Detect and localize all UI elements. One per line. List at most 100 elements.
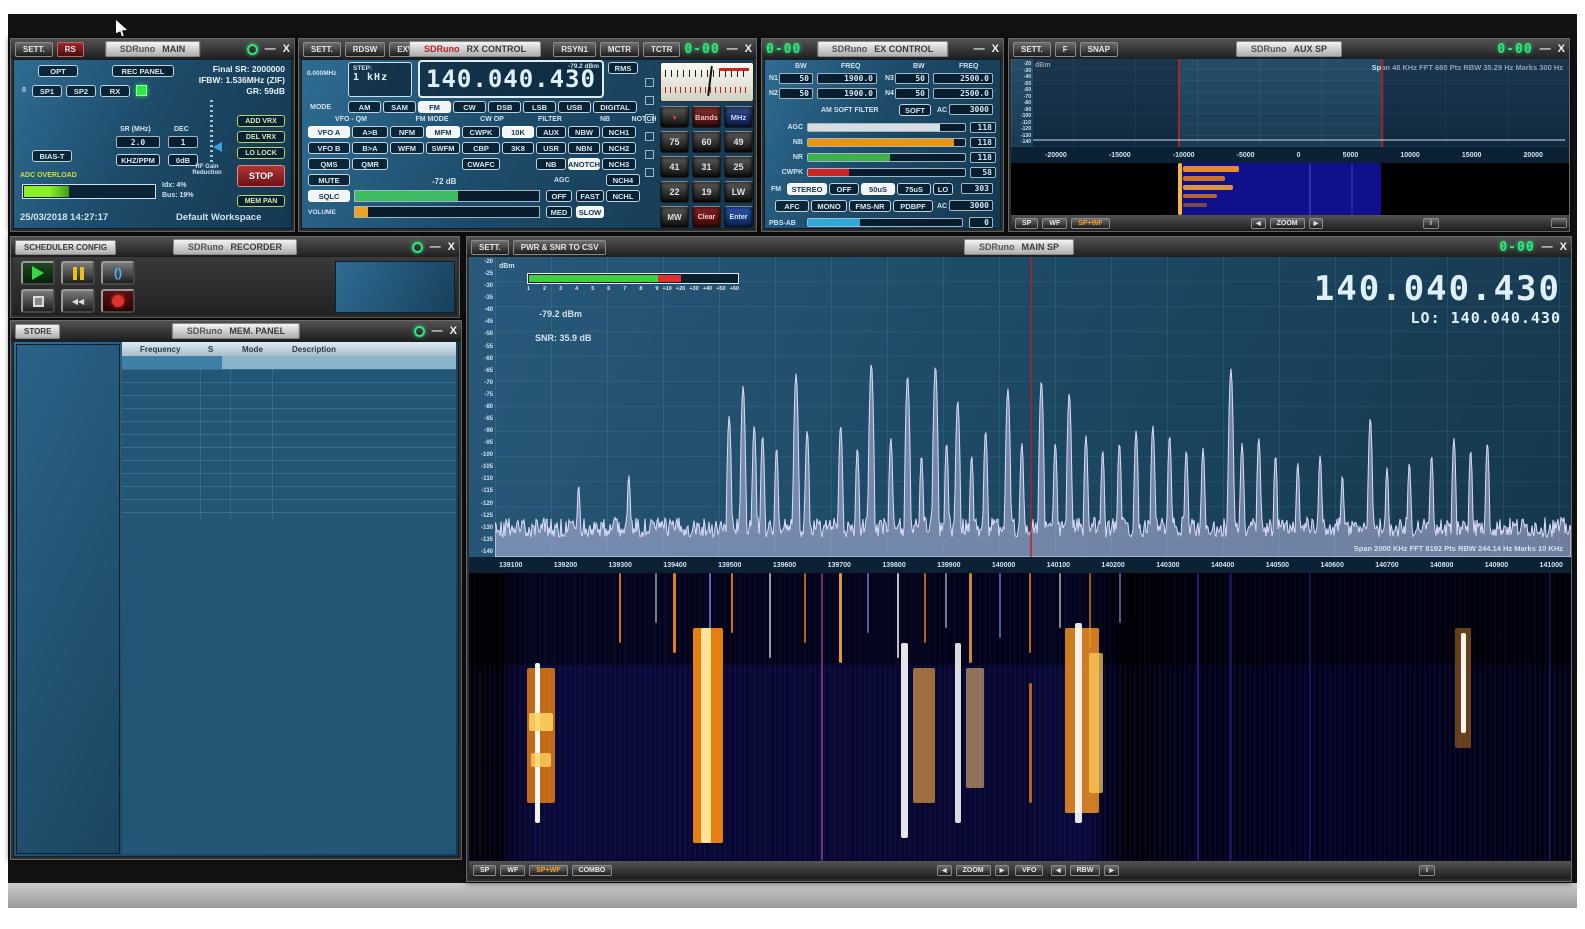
rx-nbw[interactable]: NBW [568, 126, 600, 138]
ex-slider-nr[interactable] [807, 153, 966, 162]
band-key-49[interactable]: 49 [724, 131, 753, 153]
rx-b-a[interactable]: B>A [352, 142, 388, 154]
n2-freq[interactable]: 1900.0 [817, 88, 877, 99]
sp1-button[interactable]: SP1 [32, 85, 62, 97]
del-vrx-button[interactable]: DEL VRX [237, 131, 285, 143]
mem-bank-sidebar[interactable] [16, 344, 120, 854]
ex-mono[interactable]: MONO [811, 200, 847, 212]
volume-slider[interactable] [354, 206, 540, 218]
pwr-snr-csv-button[interactable]: PWR & SNR TO CSV [513, 240, 607, 255]
bands-key[interactable]: Bands [692, 106, 721, 128]
lo-value[interactable]: 303 [961, 183, 993, 194]
aux-wf-button[interactable]: WF [1042, 218, 1067, 229]
nchl-button[interactable]: NCHL [606, 190, 640, 202]
minimize-icon[interactable]: — [727, 43, 738, 55]
stop-button[interactable] [21, 289, 55, 313]
mem-selected-row[interactable] [122, 356, 456, 369]
band-key-60[interactable]: 60 [692, 131, 721, 153]
sp-sp-button[interactable]: SP [473, 865, 496, 876]
rx-anotch[interactable]: ANOTCH [568, 158, 600, 170]
mem-pan-button[interactable]: MEM PAN [237, 195, 285, 207]
n4-bw[interactable]: 50 [895, 88, 929, 99]
ex-lo[interactable]: LO [933, 183, 953, 195]
ex-off[interactable]: OFF [829, 183, 859, 195]
ex-titlebar[interactable]: 0-00 SDRunoEX CONTROL — X [762, 39, 1003, 59]
main-sett-button[interactable]: SETT. [15, 42, 53, 57]
rx-swfm[interactable]: SWFM [426, 142, 460, 154]
sp-rbw-down-button[interactable]: ◀ [1051, 865, 1066, 876]
rf-gain-handle[interactable] [213, 142, 222, 152]
rx-cbp[interactable]: CBP [462, 142, 500, 154]
pause-button[interactable] [61, 261, 95, 285]
aux-sett-button[interactable]: SETT. [1013, 42, 1051, 57]
ex-fms-nr[interactable]: FMS-NR [849, 200, 891, 212]
ex-slider-value-cwpk[interactable]: 58 [970, 167, 996, 178]
sp-spectrum[interactable]: -20-25-30-35-40-45-50-55-60-65-70-75-80-… [469, 257, 1571, 557]
mode-fm[interactable]: FM [418, 101, 451, 113]
sqlc-button[interactable]: SQLC [308, 190, 350, 202]
aux-waterfall[interactable] [1011, 163, 1569, 215]
ex-afc[interactable]: AFC [775, 200, 809, 212]
rx-usr[interactable]: USR [536, 142, 566, 154]
enter-key[interactable]: Enter [724, 206, 753, 228]
mode-usb[interactable]: USB [558, 101, 591, 113]
mw-key[interactable]: MW [660, 206, 689, 228]
mode-digital[interactable]: DIGITAL [593, 101, 637, 113]
ex-slider-cwpk[interactable] [807, 168, 966, 177]
dec-value[interactable]: 1 [168, 136, 198, 148]
ex-slider-value-agc[interactable]: 118 [970, 122, 996, 133]
mode-dsb[interactable]: DSB [488, 101, 521, 113]
squelch-slider[interactable] [354, 190, 540, 202]
band-key-lw[interactable]: LW [724, 181, 753, 203]
loop-button[interactable]: () [101, 261, 135, 285]
band-key-25[interactable]: 25 [724, 156, 753, 178]
band-key-19[interactable]: 19 [692, 181, 721, 203]
rms-button[interactable]: RMS [608, 62, 638, 74]
close-icon[interactable]: X [1560, 241, 1567, 253]
rx-qmr[interactable]: QMR [352, 158, 388, 170]
close-icon[interactable]: X [450, 325, 457, 337]
step-display[interactable]: STEP: 1 kHz [348, 62, 412, 97]
rx-vfo-a[interactable]: VFO A [308, 126, 350, 138]
stop-button[interactable]: STOP [237, 165, 285, 187]
agc-off-button[interactable]: OFF [546, 190, 572, 202]
agc-slow-button[interactable]: SLOW [576, 206, 604, 218]
mode-am[interactable]: AM [348, 101, 381, 113]
rx-sett-button[interactable]: SETT. [303, 42, 341, 57]
rx-a-b[interactable]: A>B [352, 126, 388, 138]
rewind-button[interactable]: ◀◀ [61, 289, 95, 313]
mode-sam[interactable]: SAM [383, 101, 416, 113]
rx-cwpk[interactable]: CWPK [462, 126, 500, 138]
rx-button[interactable]: RX [100, 85, 130, 97]
tctr-button[interactable]: TCTR [643, 42, 680, 57]
play-button[interactable] [21, 261, 55, 285]
pbs-ab-value[interactable]: 0 [969, 217, 993, 228]
aux-sp-wf-button[interactable]: SP+WF [1071, 218, 1109, 229]
close-icon[interactable]: X [992, 43, 999, 55]
n1-bw[interactable]: 50 [779, 73, 813, 84]
ex-slider-agc[interactable] [807, 123, 966, 132]
tuning-knob-key[interactable]: ▲ [660, 106, 689, 128]
ex-pdbpf[interactable]: PDBPF [893, 200, 933, 212]
rx-nch1[interactable]: NCH1 [602, 126, 636, 138]
n1-freq[interactable]: 1900.0 [817, 73, 877, 84]
sp-combo-button[interactable]: COMBO [572, 865, 613, 876]
ex-stereo[interactable]: STEREO [787, 183, 827, 195]
ex-slider-value-nb[interactable]: 118 [970, 137, 996, 148]
n3-freq[interactable]: 2500.0 [933, 73, 993, 84]
sp-titlebar[interactable]: SETT. PWR & SNR TO CSV SDRunoMAIN SP 0-0… [467, 237, 1571, 257]
rx-mfm[interactable]: MFM [426, 126, 460, 138]
aux-info-button[interactable]: i [1423, 218, 1439, 229]
clear-key[interactable]: Clear [692, 206, 721, 228]
aux-f-button[interactable]: F [1055, 42, 1076, 57]
aux-snap-button[interactable]: SNAP [1080, 42, 1118, 57]
khz-ppm-button[interactable]: KHZ/PPM [116, 154, 160, 166]
close-icon[interactable]: X [283, 43, 290, 55]
soft-button[interactable]: SOFT [899, 104, 931, 116]
band-key-75[interactable]: 75 [660, 131, 689, 153]
nch4-button[interactable]: NCH4 [606, 174, 640, 186]
ac2-value[interactable]: 3000 [949, 200, 993, 211]
rx-10k[interactable]: 10K [502, 126, 534, 138]
opt-button[interactable]: OPT [38, 65, 78, 77]
aux-spectrum[interactable]: -20-30-40-50-60-70-80-90-100-110-120-130… [1011, 59, 1569, 147]
